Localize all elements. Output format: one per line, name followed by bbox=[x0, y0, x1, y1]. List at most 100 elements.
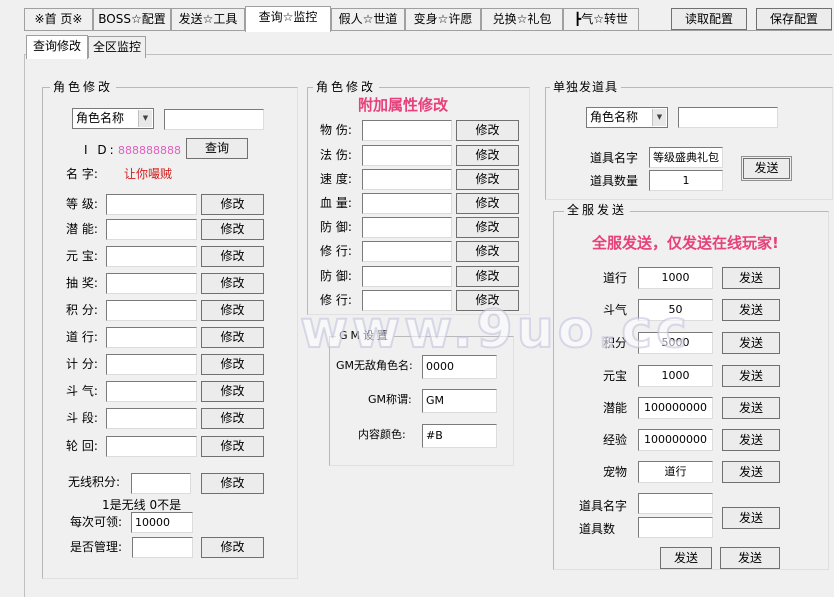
attr-field-input[interactable] bbox=[362, 266, 452, 287]
attr-field-input[interactable] bbox=[362, 120, 452, 141]
role-field-modify-button[interactable]: 修改 bbox=[201, 381, 264, 402]
tab-exchange-gift[interactable]: 兑换☆礼包 bbox=[481, 8, 563, 30]
role-field-input[interactable] bbox=[106, 194, 197, 215]
gm-field-input[interactable]: 0000 bbox=[422, 355, 497, 379]
server-field-input[interactable]: 1000 bbox=[638, 267, 713, 289]
role-field-input[interactable] bbox=[106, 436, 197, 457]
attr-field-modify-button[interactable]: 修改 bbox=[456, 290, 519, 311]
role-field-modify-button[interactable]: 修改 bbox=[201, 219, 264, 240]
server-bottom-send-left-button[interactable]: 发送 bbox=[660, 547, 712, 569]
role-field-modify-button[interactable]: 修改 bbox=[201, 436, 264, 457]
attr-field-input[interactable] bbox=[362, 290, 452, 311]
attr-field-modify-button[interactable]: 修改 bbox=[456, 193, 519, 214]
role-field-modify-button[interactable]: 修改 bbox=[201, 273, 264, 294]
server-field-input[interactable]: 道行 bbox=[638, 461, 713, 483]
role-field-input[interactable] bbox=[106, 300, 197, 321]
tab-query-monitor[interactable]: 查询☆监控 bbox=[245, 6, 331, 32]
each-claim-input[interactable]: 10000 bbox=[131, 512, 193, 533]
server-field-send-button[interactable]: 发送 bbox=[722, 332, 780, 354]
role-field-modify-button[interactable]: 修改 bbox=[201, 327, 264, 348]
role-name-select-value: 角色名称 bbox=[76, 111, 125, 125]
is-admin-input[interactable] bbox=[132, 537, 193, 558]
attr-field-input[interactable] bbox=[362, 169, 452, 190]
attr-modify-heading: 附加属性修改 bbox=[358, 96, 449, 114]
role-field-input[interactable] bbox=[106, 246, 197, 267]
tab-send-tools[interactable]: 发送☆工具 bbox=[171, 8, 245, 30]
single-send-role-input[interactable] bbox=[678, 107, 778, 128]
server-item-name-label: 道具名字 bbox=[579, 499, 628, 513]
tab-home[interactable]: ※首 页※ bbox=[24, 8, 93, 30]
single-send-button[interactable]: 发送 bbox=[743, 158, 790, 179]
tab-boss-config[interactable]: BOSS☆配置 bbox=[93, 8, 171, 30]
role-field-modify-button[interactable]: 修改 bbox=[201, 246, 264, 267]
tab-bar-divider bbox=[24, 30, 832, 31]
server-field-send-button[interactable]: 发送 bbox=[722, 365, 780, 387]
tab-fake-player[interactable]: 假人☆世道 bbox=[331, 8, 405, 30]
server-field-send-button[interactable]: 发送 bbox=[722, 267, 780, 289]
attr-field-modify-button[interactable]: 修改 bbox=[456, 169, 519, 190]
role-name-select[interactable]: 角色名称 ▼ bbox=[72, 108, 154, 129]
attr-field-label: 物 伤: bbox=[320, 123, 352, 137]
wireless-points-input[interactable] bbox=[131, 473, 191, 494]
gm-field-label: GM称谓: bbox=[368, 393, 412, 406]
attr-field-label: 修 行: bbox=[320, 293, 352, 307]
role-field-input[interactable] bbox=[106, 273, 197, 294]
attr-field-input[interactable] bbox=[362, 193, 452, 214]
attr-field-input[interactable] bbox=[362, 241, 452, 262]
server-bottom-send-right-button[interactable]: 发送 bbox=[720, 547, 780, 569]
attr-field-modify-button[interactable]: 修改 bbox=[456, 120, 519, 141]
role-field-input[interactable] bbox=[106, 219, 197, 240]
role-field-label: 轮 回: bbox=[66, 439, 98, 453]
server-field-label: 经验 bbox=[603, 433, 628, 447]
role-field-input[interactable] bbox=[106, 408, 197, 429]
wireless-points-modify-button[interactable]: 修改 bbox=[201, 473, 264, 494]
name-value: 让你嘬贼 bbox=[124, 167, 173, 181]
server-field-input[interactable]: 50 bbox=[638, 299, 713, 321]
tab-qi-reincarnation[interactable]: ┣气☆转世 bbox=[563, 8, 639, 30]
gm-field-label: GM无敌角色名: bbox=[336, 359, 413, 372]
attr-field-label: 防 御: bbox=[320, 220, 352, 234]
server-item-name-input[interactable] bbox=[638, 493, 713, 514]
single-send-role-select[interactable]: 角色名称 ▼ bbox=[586, 107, 668, 128]
tab-transform-wish[interactable]: 变身☆许愿 bbox=[405, 8, 481, 30]
query-button[interactable]: 查询 bbox=[186, 138, 248, 159]
role-field-label: 抽 奖: bbox=[66, 276, 98, 290]
server-field-input[interactable]: 5000 bbox=[638, 332, 713, 354]
attr-field-modify-button[interactable]: 修改 bbox=[456, 145, 519, 166]
server-field-input[interactable]: 100000000 bbox=[638, 397, 713, 419]
attr-field-input[interactable] bbox=[362, 145, 452, 166]
single-send-item-name-input[interactable]: 等级盛典礼包 bbox=[649, 147, 723, 168]
is-admin-modify-button[interactable]: 修改 bbox=[201, 537, 264, 558]
role-field-modify-button[interactable]: 修改 bbox=[201, 354, 264, 375]
server-field-label: 道行 bbox=[603, 271, 628, 285]
server-field-send-button[interactable]: 发送 bbox=[722, 397, 780, 419]
subtab-query-modify[interactable]: 查询修改 bbox=[26, 35, 88, 59]
id-label: I D: bbox=[84, 143, 117, 157]
role-field-input[interactable] bbox=[106, 327, 197, 348]
read-config-button[interactable]: 读取配置 bbox=[671, 8, 747, 30]
server-field-label: 宠物 bbox=[603, 465, 628, 479]
attr-field-modify-button[interactable]: 修改 bbox=[456, 266, 519, 287]
server-field-send-button[interactable]: 发送 bbox=[722, 461, 780, 483]
save-config-button[interactable]: 保存配置 bbox=[756, 8, 832, 30]
server-field-input[interactable]: 100000000 bbox=[638, 429, 713, 451]
role-field-modify-button[interactable]: 修改 bbox=[201, 300, 264, 321]
gm-field-input[interactable]: GM bbox=[422, 389, 497, 413]
role-field-modify-button[interactable]: 修改 bbox=[201, 408, 264, 429]
attr-field-modify-button[interactable]: 修改 bbox=[456, 217, 519, 238]
server-field-send-button[interactable]: 发送 bbox=[722, 299, 780, 321]
role-field-label: 道 行: bbox=[66, 330, 98, 344]
role-field-modify-button[interactable]: 修改 bbox=[201, 194, 264, 215]
server-field-send-button[interactable]: 发送 bbox=[722, 429, 780, 451]
gm-field-input[interactable]: #B bbox=[422, 424, 497, 448]
role-name-input[interactable] bbox=[164, 109, 264, 130]
attr-field-input[interactable] bbox=[362, 217, 452, 238]
role-field-input[interactable] bbox=[106, 354, 197, 375]
subtab-region-monitor[interactable]: 全区监控 bbox=[88, 36, 146, 58]
server-item-count-input[interactable] bbox=[638, 517, 713, 538]
role-field-input[interactable] bbox=[106, 381, 197, 402]
single-send-item-count-input[interactable]: 1 bbox=[649, 170, 723, 191]
server-item-send-button[interactable]: 发送 bbox=[722, 507, 780, 529]
server-field-input[interactable]: 1000 bbox=[638, 365, 713, 387]
attr-field-modify-button[interactable]: 修改 bbox=[456, 241, 519, 262]
